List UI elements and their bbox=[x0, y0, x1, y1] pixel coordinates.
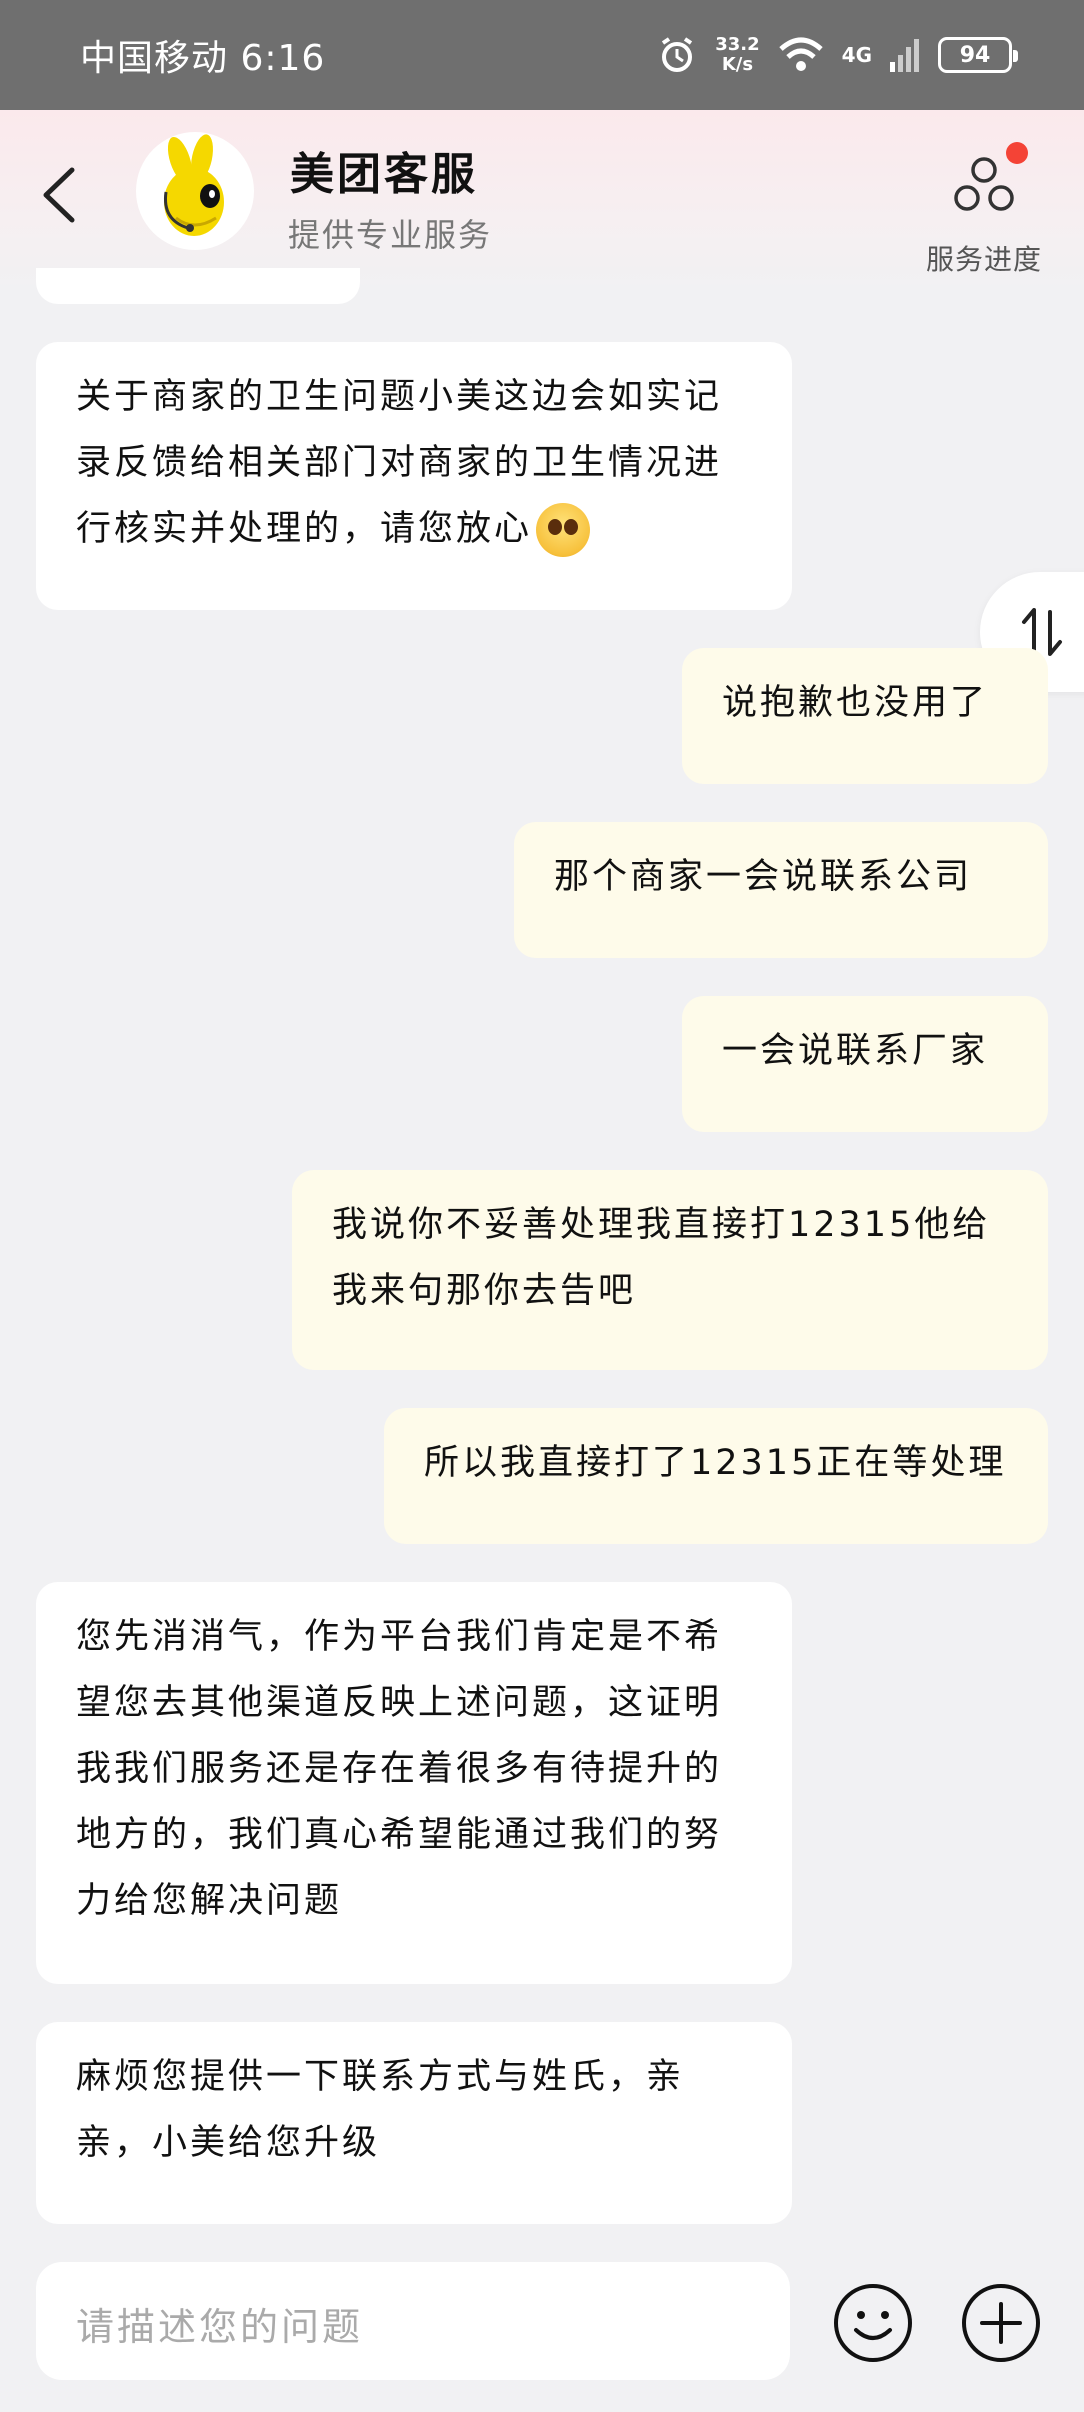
chat-header: 美团客服 提供专业服务 服务进度 bbox=[0, 110, 1084, 290]
message-text: 关于商家的卫生问题小美这边会如实记录反馈给相关部门对商家的卫生情况进行核实并处理… bbox=[76, 377, 723, 549]
battery-indicator: 94 bbox=[938, 37, 1018, 73]
message-bubble-user: 所以我直接打了12315正在等处理 bbox=[384, 1408, 1048, 1544]
status-bar: 中国移动 6:16 33.2 K/s 4G 94 bbox=[0, 0, 1084, 110]
battery-level: 94 bbox=[959, 42, 991, 68]
message-bubble-user: 我说你不妥善处理我直接打12315他给我来句那你去告吧 bbox=[292, 1170, 1048, 1370]
smiley-icon[interactable] bbox=[832, 2282, 914, 2364]
message-bubble-agent: 麻烦您提供一下联系方式与姓氏，亲亲，小美给您升级 bbox=[36, 2022, 792, 2224]
blushing-face-emoji-icon bbox=[536, 503, 591, 557]
status-icons: 33.2 K/s 4G 94 bbox=[657, 35, 1018, 75]
alarm-icon bbox=[662, 37, 693, 72]
message-text: 您先消消气，作为平台我们肯定是不希望您去其他渠道反映上述问题，这证明我我们服务还… bbox=[76, 1617, 723, 1921]
message-text: 一会说联系厂家 bbox=[722, 1031, 989, 1071]
notification-badge bbox=[1006, 142, 1028, 164]
service-progress-label: 服务进度 bbox=[925, 243, 1042, 276]
kangaroo-mascot-icon bbox=[163, 134, 224, 236]
message-text: 我说你不妥善处理我直接打12315他给我来句那你去告吧 bbox=[332, 1205, 991, 1311]
service-progress-icon bbox=[954, 157, 1014, 211]
message-bubble-user: 一会说联系厂家 bbox=[682, 996, 1048, 1132]
message-bubble-agent: 关于商家的卫生问题小美这边会如实记录反馈给相关部门对商家的卫生情况进行核实并处理… bbox=[36, 342, 792, 610]
message-bubble-user: 那个商家一会说联系公司 bbox=[514, 822, 1048, 958]
chat-subtitle: 提供专业服务 bbox=[288, 216, 493, 254]
message-text: 所以我直接打了12315正在等处理 bbox=[424, 1443, 1007, 1483]
back-chevron-icon[interactable] bbox=[36, 160, 86, 230]
message-text: 那个商家一会说联系公司 bbox=[554, 857, 973, 897]
network-speed: 33.2 K/s bbox=[715, 35, 759, 75]
carrier-time: 中国移动 6:16 bbox=[80, 38, 326, 79]
message-bubble-user: 说抱歉也没用了 bbox=[682, 648, 1048, 784]
signal-icon bbox=[890, 39, 919, 72]
network-type: 4G bbox=[841, 43, 872, 67]
input-placeholder: 请描述您的问题 bbox=[76, 2305, 364, 2349]
speed-value: 33.2 bbox=[715, 34, 760, 55]
chat-title: 美团客服 bbox=[290, 149, 478, 200]
avatar[interactable] bbox=[136, 132, 254, 250]
message-text: 麻烦您提供一下联系方式与姓氏，亲亲，小美给您升级 bbox=[76, 2057, 685, 2163]
message-bubble-partial bbox=[36, 268, 360, 304]
wifi-icon bbox=[778, 37, 823, 71]
service-progress-button[interactable]: 服务进度 bbox=[914, 134, 1054, 276]
speed-unit: K/s bbox=[721, 54, 754, 75]
message-text: 说抱歉也没用了 bbox=[722, 683, 989, 723]
message-bubble-agent: 您先消消气，作为平台我们肯定是不希望您去其他渠道反映上述问题，这证明我我们服务还… bbox=[36, 1582, 792, 1984]
message-input[interactable]: 请描述您的问题 bbox=[36, 2262, 790, 2380]
plus-icon[interactable] bbox=[960, 2282, 1042, 2364]
